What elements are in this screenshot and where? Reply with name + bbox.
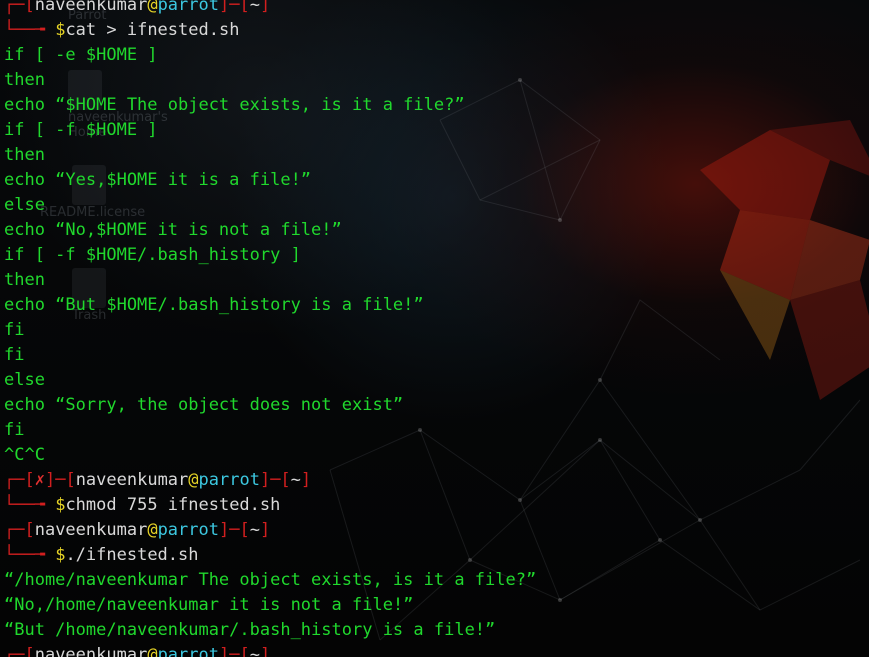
prompt-line: ┌─[naveenkumar@parrot]─[~] [4, 520, 271, 540]
prompt-path: ~ [249, 520, 260, 540]
command-line: └──╼ $chmod 755 ifnested.sh [4, 495, 281, 515]
command-line: └──╼ $./ifnested.sh [4, 545, 199, 565]
output-line: “/home/naveenkumar The object exists, is… [4, 570, 537, 590]
prompt-user: naveenkumar [34, 520, 148, 540]
script-line: fi [4, 345, 25, 365]
script-line: echo “$HOME The object exists, is it a f… [4, 95, 465, 115]
command-line: └──╼ $cat > ifnested.sh [4, 20, 240, 40]
prompt-line-failed: ┌─[✗]─[naveenkumar@parrot]─[~] [4, 470, 312, 490]
prompt-at: @ [147, 0, 158, 15]
script-line: ^C^C [4, 445, 45, 465]
command-text: cat > ifnested.sh [65, 20, 240, 40]
script-line: if [ -e $HOME ] [4, 45, 158, 65]
prompt-dollar: $ [55, 545, 66, 565]
prompt-host: parrot [157, 0, 219, 15]
command-text: chmod 755 ifnested.sh [65, 495, 281, 515]
prompt-dollar: $ [55, 495, 66, 515]
script-line: echo “Sorry, the object does not exist” [4, 395, 404, 415]
script-line: else [4, 195, 45, 215]
command-text: ./ifnested.sh [65, 545, 199, 565]
prompt-host: parrot [198, 470, 260, 490]
script-line: echo “Yes,$HOME it is a file!” [4, 170, 312, 190]
prompt-at: @ [147, 645, 158, 657]
prompt-line: ┌─[naveenkumar@parrot]─[~] [4, 0, 869, 18]
prompt-line: ┌─[naveenkumar@parrot]─[~] [4, 643, 869, 657]
prompt-dollar: $ [55, 20, 66, 40]
fail-mark-icon: ✗ [34, 470, 45, 490]
script-line: if [ -f $HOME/.bash_history ] [4, 245, 301, 265]
output-line: “But /home/naveenkumar/.bash_history is … [4, 620, 496, 640]
prompt-at: @ [147, 520, 158, 540]
prompt-at: @ [188, 470, 199, 490]
prompt-user: naveenkumar [34, 0, 148, 15]
prompt-user: naveenkumar [75, 470, 189, 490]
script-line: if [ -f $HOME ] [4, 120, 158, 140]
prompt-path: ~ [290, 470, 301, 490]
prompt-host: parrot [157, 520, 219, 540]
script-line: fi [4, 320, 25, 340]
prompt-path: ~ [249, 0, 260, 15]
terminal-window[interactable]: Parrot naveenkumar's Home README.license… [0, 0, 869, 657]
script-line: then [4, 145, 45, 165]
script-line: else [4, 370, 45, 390]
script-line: then [4, 70, 45, 90]
prompt-host: parrot [157, 645, 219, 657]
output-line: “No,/home/naveenkumar it is not a file!” [4, 595, 414, 615]
script-line: fi [4, 420, 25, 440]
prompt-path: ~ [249, 645, 260, 657]
script-line: echo “No,$HOME it is not a file!” [4, 220, 342, 240]
script-line: echo “But $HOME/.bash_history is a file!… [4, 295, 424, 315]
script-line: then [4, 270, 45, 290]
prompt-user: naveenkumar [34, 645, 148, 657]
terminal-output[interactable]: ┌─[naveenkumar@parrot]─[~] └──╼ $cat > i… [4, 0, 869, 657]
